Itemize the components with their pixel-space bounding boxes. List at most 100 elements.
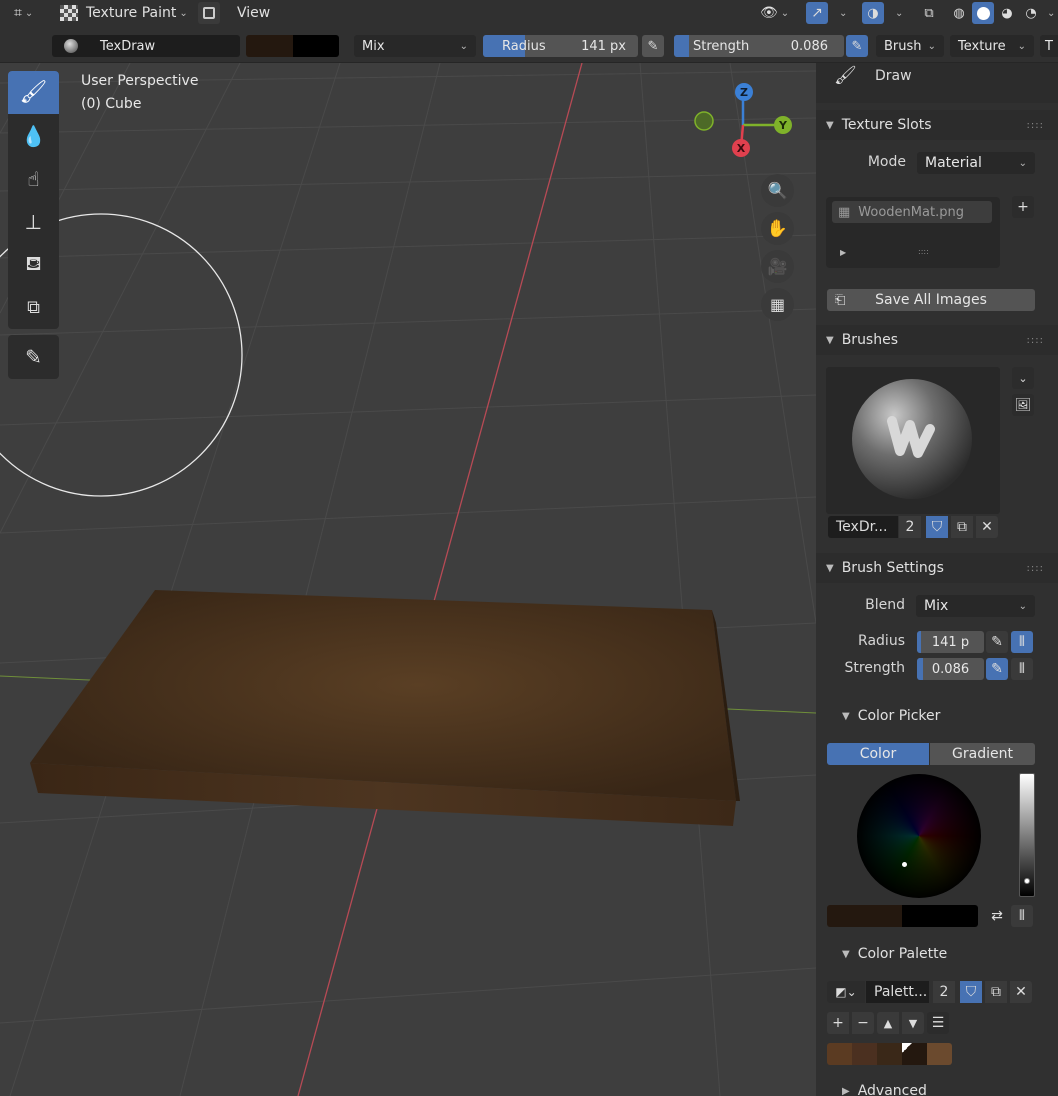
view-menu[interactable]: View	[237, 2, 270, 24]
xray-toggle-button[interactable]: ⧉	[918, 2, 940, 24]
strength-unified-toggle[interactable]: ⫴	[1011, 658, 1033, 680]
solid-shading-button[interactable]	[972, 2, 994, 24]
unlink-palette-button[interactable]: ✕	[1010, 981, 1032, 1003]
color-picker-header[interactable]: ▼ Color Picker	[816, 701, 1058, 731]
texture-mode-dropdown[interactable]: Material ⌄	[917, 152, 1035, 174]
brush-user-count[interactable]: 2	[899, 516, 921, 538]
strength-pressure-toggle[interactable]: ✎	[986, 658, 1008, 680]
palette-swatch[interactable]	[827, 1043, 852, 1065]
primary-color-swatch[interactable]	[246, 35, 293, 57]
strength-slider[interactable]: Strength 0.086	[674, 35, 844, 57]
zoom-button[interactable]: 🔍	[761, 174, 794, 207]
brush-name-field[interactable]: TexDr...	[828, 516, 898, 538]
palette-user-count[interactable]: 2	[933, 981, 955, 1003]
brush-radius-slider[interactable]: 141 p	[917, 631, 984, 653]
secondary-color-swatch[interactable]	[293, 35, 339, 57]
texture-slots-header[interactable]: ▼ Texture Slots ::::	[816, 110, 1058, 140]
add-color-button[interactable]: +	[827, 1012, 849, 1034]
brush-list-dropdown[interactable]: ⌄	[1012, 367, 1034, 389]
fill-tool-button[interactable]: ⛾	[8, 243, 59, 286]
clone-tool-button[interactable]: ⊥	[8, 200, 59, 243]
overlay-dropdown[interactable]: ⌄	[892, 2, 903, 24]
palette-fake-user-button[interactable]: ⛉	[960, 981, 982, 1003]
gizmo-dropdown[interactable]: ⌄	[836, 2, 847, 24]
palette-browse-button[interactable]: ◩⌄	[827, 981, 865, 1003]
navigation-gizmo[interactable]: Z Y X	[690, 81, 800, 171]
move-color-up-button[interactable]: ▲	[877, 1012, 899, 1034]
overlay-toggle-button[interactable]: ◑	[862, 2, 884, 24]
wireframe-sphere-icon: ◍	[953, 5, 965, 21]
add-texture-slot-button[interactable]: +	[1012, 196, 1034, 218]
swap-colors-button[interactable]: ⇄	[986, 905, 1008, 927]
unlink-brush-button[interactable]: ✕	[976, 516, 998, 538]
blend-mode-dropdown[interactable]: Mix ⌄	[354, 35, 476, 57]
strength-pressure-button[interactable]: ✎	[846, 35, 868, 57]
annotate-tool-button[interactable]: ✎	[8, 335, 59, 378]
color-unified-toggle[interactable]: ⫴	[1011, 905, 1033, 927]
remove-color-button[interactable]: −	[852, 1012, 874, 1034]
expand-triangle-icon[interactable]: ▶	[840, 248, 846, 257]
brush-settings-header[interactable]: ▼ Brush Settings ::::	[816, 553, 1058, 583]
material-shading-button[interactable]: ◕	[996, 2, 1018, 24]
texture-slot-item[interactable]: ▦ WoodenMat.png	[832, 201, 992, 223]
rendered-shading-button[interactable]: ◔	[1020, 2, 1042, 24]
smear-tool-button[interactable]: ☝	[8, 157, 59, 200]
radius-pressure-button[interactable]: ✎	[642, 35, 664, 57]
color-palette-header[interactable]: ▼ Color Palette	[816, 939, 1058, 969]
tiling-menu[interactable]: T	[1040, 35, 1058, 57]
brush-menu[interactable]: Brush ⌄	[876, 35, 944, 57]
secondary-color-field[interactable]	[902, 905, 978, 927]
soften-tool-button[interactable]: 💧	[8, 114, 59, 157]
fake-user-button[interactable]: ⛉	[926, 516, 948, 538]
palette-swatch[interactable]	[902, 1043, 927, 1065]
value-slider-cursor[interactable]	[1024, 878, 1030, 884]
editor-type-selector[interactable]: ⌗ ⌄	[14, 2, 33, 24]
brush-icon-settings-button[interactable]: 🖼	[1012, 394, 1034, 416]
brush-selector[interactable]: TexDraw	[52, 35, 240, 57]
perspective-label: User Perspective	[81, 73, 199, 89]
texture-slot-list[interactable]: ▦ WoodenMat.png ▶ ::::	[826, 197, 1000, 268]
color-wheel[interactable]	[857, 774, 981, 898]
shading-dropdown[interactable]: ⌄	[1044, 2, 1055, 24]
object-type-visibility-button[interactable]	[198, 2, 220, 24]
mask-tool-button[interactable]: ⧉	[8, 286, 59, 329]
visibility-selector[interactable]: 👁 ⌄	[760, 2, 789, 24]
camera-view-button[interactable]: 🎥	[761, 250, 794, 283]
advanced-header[interactable]: ▶ Advanced	[816, 1076, 1058, 1096]
radius-slider[interactable]: Radius 141 px	[483, 35, 638, 57]
mode-selector[interactable]: Texture Paint ⌄	[60, 2, 188, 24]
brush-strength-slider[interactable]: 0.086	[917, 658, 984, 680]
resize-grip-icon[interactable]: ::::	[918, 247, 929, 256]
drag-grip-icon[interactable]: ::::	[1027, 335, 1044, 346]
color-wheel-cursor[interactable]	[902, 862, 907, 867]
drag-grip-icon[interactable]: ::::	[1027, 563, 1044, 574]
brush-preview[interactable]	[826, 367, 1000, 514]
perspective-toggle-button[interactable]: ▦	[761, 288, 794, 321]
texture-menu[interactable]: Texture ⌄	[950, 35, 1034, 57]
pan-button[interactable]: ✋	[761, 212, 794, 245]
brush-blend-dropdown[interactable]: Mix ⌄	[916, 595, 1035, 617]
save-all-images-button[interactable]: ⎗ Save All Images	[827, 289, 1035, 311]
wireframe-shading-button[interactable]: ◍	[948, 2, 970, 24]
draw-tool-button[interactable]: 🖌	[8, 71, 59, 114]
drag-grip-icon[interactable]: ::::	[1027, 120, 1044, 131]
duplicate-brush-button[interactable]: ⧉	[951, 516, 973, 538]
primary-color-field[interactable]	[827, 905, 902, 927]
brushes-header[interactable]: ▼ Brushes ::::	[816, 325, 1058, 355]
move-color-down-button[interactable]: ▼	[902, 1012, 924, 1034]
palette-swatch[interactable]	[877, 1043, 902, 1065]
color-tab[interactable]: Color	[827, 743, 929, 765]
palette-swatch[interactable]	[852, 1043, 877, 1065]
chevron-down-icon: ⌄	[895, 7, 904, 19]
duplicate-palette-button[interactable]: ⧉	[985, 981, 1007, 1003]
palette-swatch[interactable]	[927, 1043, 952, 1065]
texture-mode-value: Material	[925, 155, 982, 171]
radius-pressure-toggle[interactable]: ✎	[986, 631, 1008, 653]
sort-colors-button[interactable]: ☰	[927, 1012, 949, 1034]
gizmo-toggle-button[interactable]: ↗	[806, 2, 828, 24]
3d-viewport[interactable]: User Perspective (0) Cube 🖌 💧 ☝ ⊥ ⛾ ⧉ ✎ …	[0, 63, 816, 1096]
palette-name-field[interactable]: Palett...	[866, 981, 929, 1003]
gradient-tab[interactable]: Gradient	[930, 743, 1035, 765]
value-slider[interactable]	[1019, 773, 1035, 897]
radius-unified-toggle[interactable]: ⫴	[1011, 631, 1033, 653]
